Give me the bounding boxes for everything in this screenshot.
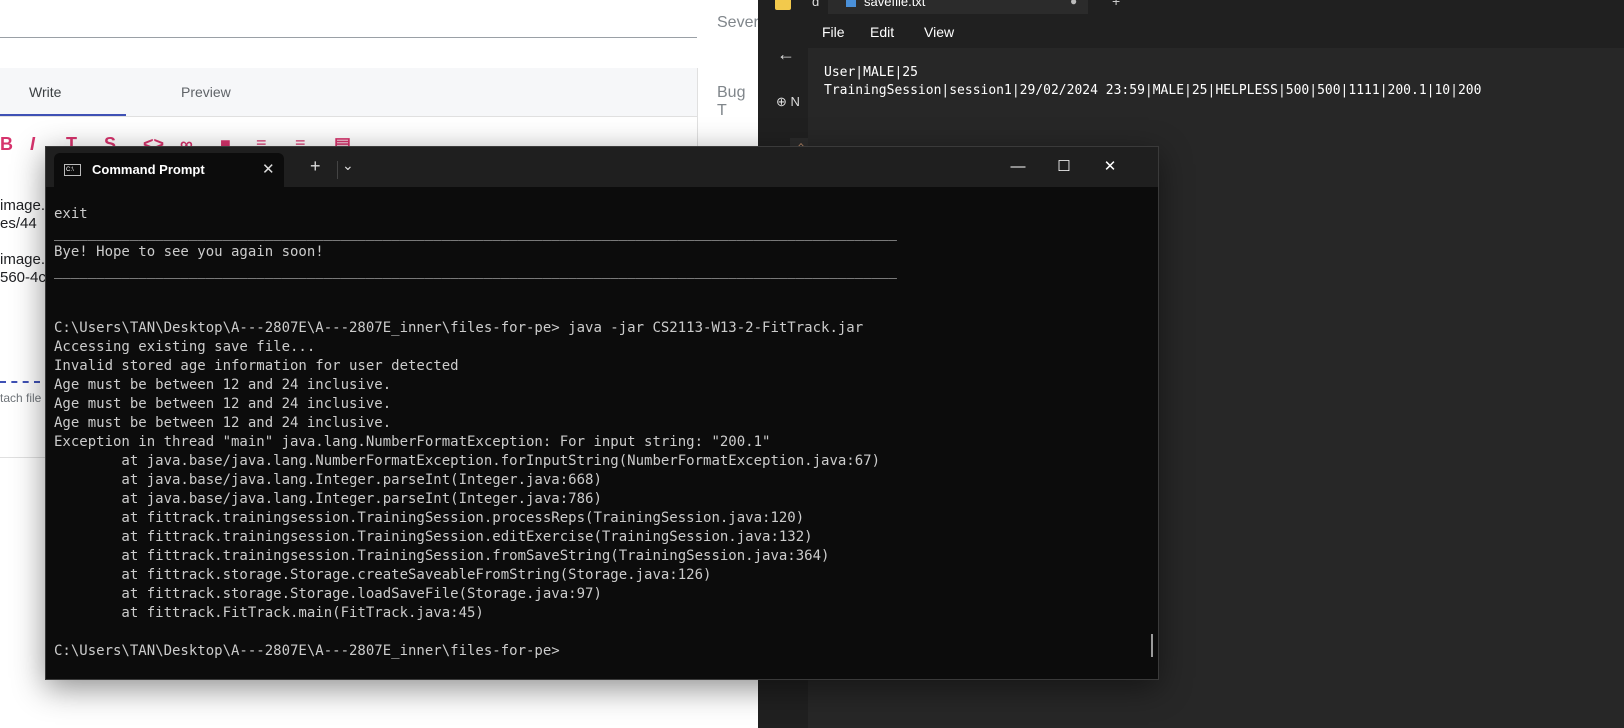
maximize-icon[interactable]: ☐ xyxy=(1044,152,1084,182)
new-tab-icon[interactable]: + xyxy=(310,156,321,177)
editor-text-line[interactable]: 560-4c xyxy=(0,269,46,286)
terminal-tab[interactable]: C:\ Command Prompt ✕ xyxy=(54,153,284,187)
new-tab-icon[interactable]: + xyxy=(1112,0,1120,9)
savefile-line: User|MALE|25 xyxy=(824,65,918,80)
terminal-line: at java.base/java.lang.Integer.parseInt(… xyxy=(54,491,602,507)
menu-file[interactable]: File xyxy=(822,24,845,40)
menu-view[interactable]: View xyxy=(924,24,954,40)
notepad-tab-title: savefile.txt xyxy=(864,0,926,9)
terminal-line: C:\Users\TAN\Desktop\A---2807E\A---2807E… xyxy=(54,320,864,336)
terminal-tab-title: Command Prompt xyxy=(92,162,205,177)
terminal-line: at fittrack.trainingsession.TrainingSess… xyxy=(54,529,813,545)
notepad-menubar: File Edit View xyxy=(808,14,1624,48)
terminal-line: at fittrack.FitTrack.main(FitTrack.java:… xyxy=(54,605,484,621)
bold-icon[interactable]: B xyxy=(0,134,13,155)
severity-label[interactable]: Sever xyxy=(717,14,759,32)
tab-write[interactable]: Write xyxy=(29,68,61,116)
italic-icon[interactable]: I xyxy=(30,134,35,155)
terminal-line: ________________________________________… xyxy=(54,263,897,279)
terminal-line: at fittrack.storage.Storage.loadSaveFile… xyxy=(54,586,602,602)
terminal-line: Accessing existing save file... xyxy=(54,339,316,355)
savefile-line: TrainingSession|session1|29/02/2024 23:5… xyxy=(824,83,1482,98)
terminal-line: Age must be between 12 and 24 inclusive. xyxy=(54,396,392,412)
cmd-icon: C:\ xyxy=(64,164,81,176)
new-button-label: N xyxy=(790,94,800,109)
menu-edit[interactable]: Edit xyxy=(870,24,894,40)
attach-dropzone-border xyxy=(0,381,40,383)
command-prompt-window: C:\ Command Prompt ✕ + ⌄ — ☐ ✕ exit _____… xyxy=(45,146,1159,680)
file-icon xyxy=(846,0,856,7)
terminal-scrollbar[interactable] xyxy=(1151,634,1153,657)
terminal-line: ________________________________________… xyxy=(54,225,897,241)
terminal-line: Invalid stored age information for user … xyxy=(54,358,459,374)
minimize-icon[interactable]: — xyxy=(998,152,1038,182)
new-button[interactable]: ⊕ N xyxy=(776,94,800,110)
terminal-line: at java.base/java.lang.Integer.parseInt(… xyxy=(54,472,602,488)
notepad-titlebar: d savefile.txt ● + xyxy=(758,0,1624,14)
active-tab-indicator xyxy=(0,114,126,116)
terminal-line: C:\Users\TAN\Desktop\A---2807E\A---2807E… xyxy=(54,643,560,659)
unsaved-dot-icon: ● xyxy=(1070,0,1078,8)
attach-files-link[interactable]: tach file xyxy=(0,391,41,405)
close-window-icon[interactable]: ✕ xyxy=(1090,152,1130,182)
terminal-line: exit xyxy=(54,206,88,222)
terminal-line: at fittrack.trainingsession.TrainingSess… xyxy=(54,548,830,564)
editor-text-line[interactable]: es/44 xyxy=(0,215,37,232)
terminal-line: at fittrack.storage.Storage.createSaveab… xyxy=(54,567,712,583)
editor-text-line[interactable]: image. xyxy=(0,197,45,214)
terminal-line: at java.base/java.lang.NumberFormatExcep… xyxy=(54,453,881,469)
titlebar-divider xyxy=(337,161,338,179)
back-arrow-icon[interactable]: ← xyxy=(777,44,795,65)
close-tab-icon[interactable]: ✕ xyxy=(262,160,275,178)
chevron-down-icon[interactable]: ⌄ xyxy=(342,157,354,174)
terminal-titlebar[interactable]: C:\ Command Prompt ✕ + ⌄ — ☐ ✕ xyxy=(46,147,1158,187)
folder-icon xyxy=(775,0,791,10)
bug-type-label[interactable]: Bug T xyxy=(717,84,758,120)
issue-title-field[interactable] xyxy=(0,37,697,38)
terminal-line: Age must be between 12 and 24 inclusive. xyxy=(54,377,392,393)
terminal-line: at fittrack.trainingsession.TrainingSess… xyxy=(54,510,805,526)
folder-tab-label[interactable]: d xyxy=(812,0,819,9)
editor-tabbar: Write Preview xyxy=(0,68,697,117)
terminal-line: Bye! Hope to see you again soon! xyxy=(54,244,324,260)
tab-preview[interactable]: Preview xyxy=(181,68,231,116)
terminal-line: Age must be between 12 and 24 inclusive. xyxy=(54,415,392,431)
terminal-output[interactable]: exit ____________________________________… xyxy=(54,205,1154,675)
terminal-line: Exception in thread "main" java.lang.Num… xyxy=(54,434,771,450)
editor-text-line[interactable]: image. xyxy=(0,251,45,268)
